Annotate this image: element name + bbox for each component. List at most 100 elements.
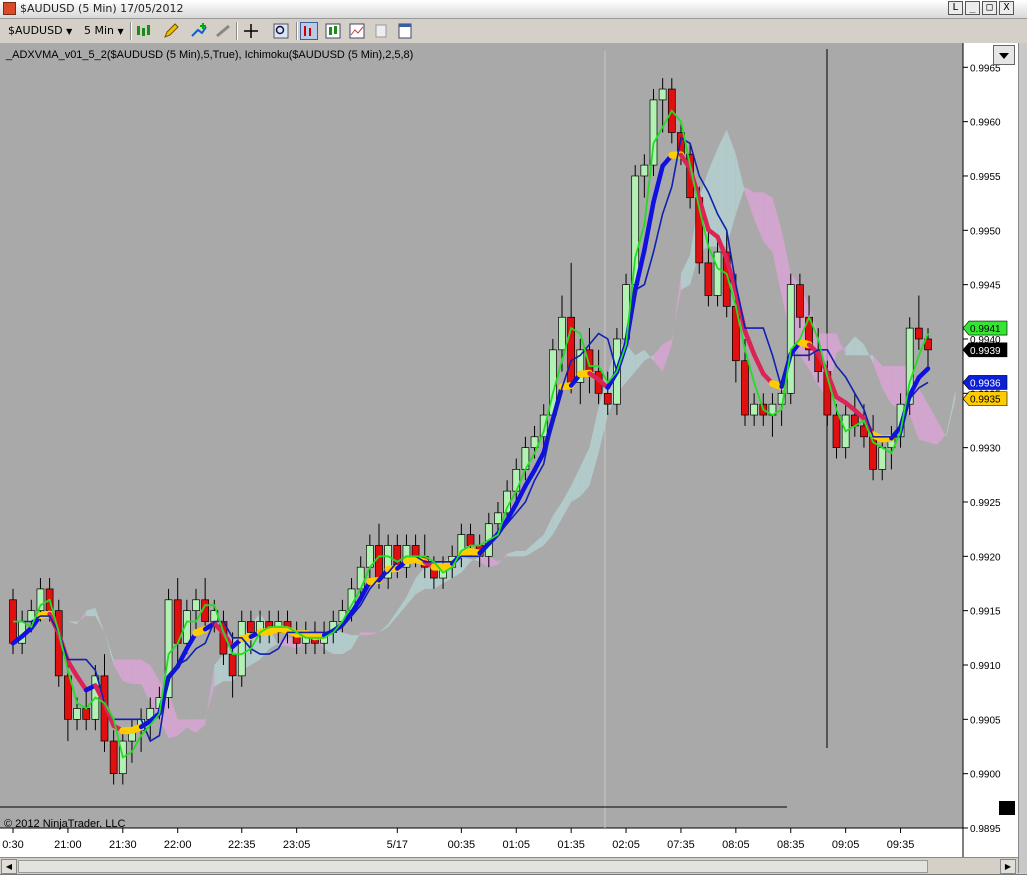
candle-body xyxy=(641,165,648,176)
crosshair-icon[interactable] xyxy=(242,22,260,40)
candle-body xyxy=(586,350,593,372)
price-tick-label: 0.9895 xyxy=(970,824,1001,835)
candle-body xyxy=(751,404,758,415)
time-axis-background xyxy=(0,828,963,857)
zoom-icon[interactable] xyxy=(272,22,290,40)
candle-body xyxy=(568,317,575,382)
maximize-button[interactable]: □ xyxy=(982,1,997,15)
time-tick-label: 22:35 xyxy=(228,839,256,851)
candle-body xyxy=(742,361,749,415)
cloud-segment xyxy=(891,366,900,409)
price-tick-label: 0.9920 xyxy=(970,552,1001,563)
window-title: $AUDUSD (5 Min) 17/05/2012 xyxy=(20,2,184,15)
time-tick-label: 22:00 xyxy=(164,839,192,851)
candle-body xyxy=(110,741,117,774)
time-tick-label: 23:05 xyxy=(283,839,311,851)
drawing-pencil-icon[interactable] xyxy=(162,22,180,40)
panel-menu-button[interactable] xyxy=(993,45,1015,65)
chart-trader-icon[interactable] xyxy=(300,22,318,40)
price-tick-label: 0.9960 xyxy=(970,118,1001,129)
candle-body xyxy=(879,448,886,470)
candlestick-style-icon[interactable] xyxy=(134,22,152,40)
close-button[interactable]: X xyxy=(999,1,1014,15)
horizontal-scrollbar[interactable]: ◀ ▶ xyxy=(0,857,1018,875)
instrument-selector[interactable]: $AUDUSD ▼ xyxy=(8,22,78,40)
right-side-strip xyxy=(1018,43,1027,873)
toolbar-separator xyxy=(296,22,298,40)
instrument-label: $AUDUSD xyxy=(8,24,63,37)
candle-body xyxy=(833,415,840,448)
price-tick-label: 0.9910 xyxy=(970,661,1001,672)
candle-body xyxy=(604,393,611,404)
candle-body xyxy=(494,513,501,524)
interval-selector[interactable]: 5 Min ▼ xyxy=(84,22,128,40)
candle-body xyxy=(357,567,364,589)
candle-body xyxy=(376,545,383,578)
interval-label: 5 Min xyxy=(84,24,114,37)
cloud-segment xyxy=(123,660,132,684)
candle-body xyxy=(559,317,566,350)
candle-body xyxy=(650,100,657,165)
plot-background xyxy=(0,43,963,828)
price-tick-label: 0.9900 xyxy=(970,770,1001,781)
indicator-label: _ADXVMA_v01_5_2($AUDUSD (5 Min),5,True),… xyxy=(5,49,413,61)
chart-properties-icon[interactable] xyxy=(348,22,366,40)
candle-body xyxy=(659,89,666,100)
price-tick-label: 0.9925 xyxy=(970,498,1001,509)
time-tick-label: 09:35 xyxy=(887,839,915,851)
time-tick-label: 0:30 xyxy=(2,839,23,851)
app-icon xyxy=(3,2,16,15)
candle-body xyxy=(229,654,236,676)
time-tick-label: 07:35 xyxy=(667,839,695,851)
candle-body xyxy=(513,469,520,491)
scroll-left-button[interactable]: ◀ xyxy=(1,859,17,874)
cloud-segment xyxy=(516,551,525,556)
time-tick-label: 00:35 xyxy=(448,839,476,851)
price-tag-label: 0.9936 xyxy=(970,378,1001,389)
reload-icon[interactable] xyxy=(372,22,390,40)
cloud-segment xyxy=(333,630,342,654)
price-tick-label: 0.9930 xyxy=(970,444,1001,455)
price-tick-label: 0.9945 xyxy=(970,281,1001,292)
candle-body xyxy=(796,285,803,318)
candle-body xyxy=(238,622,245,676)
candle-body xyxy=(74,708,81,719)
data-box-icon[interactable] xyxy=(324,22,342,40)
price-tag-label: 0.9935 xyxy=(970,395,1001,406)
price-tick-label: 0.9950 xyxy=(970,226,1001,237)
toolbar-separator xyxy=(130,22,132,40)
scroll-right-button[interactable]: ▶ xyxy=(1000,859,1016,874)
price-tick-label: 0.9955 xyxy=(970,172,1001,183)
candle-body xyxy=(915,328,922,339)
time-tick-label: 08:35 xyxy=(777,839,805,851)
candle-body xyxy=(714,252,721,295)
time-tick-label: 21:30 xyxy=(109,839,137,851)
time-tick-label: 08:05 xyxy=(722,839,750,851)
candle-body xyxy=(787,285,794,394)
scroll-thumb[interactable] xyxy=(18,860,928,873)
candle-body xyxy=(705,263,712,296)
chevron-down-icon: ▼ xyxy=(118,27,124,36)
add-indicator-icon[interactable] xyxy=(190,22,208,40)
candle-body xyxy=(247,622,254,633)
time-tick-label: 02:05 xyxy=(612,839,640,851)
price-tag-label: 0.9941 xyxy=(970,324,1001,335)
chevron-down-icon: ▼ xyxy=(66,27,72,36)
cloud-segment xyxy=(361,632,370,635)
link-button[interactable]: L xyxy=(948,1,963,15)
window-titlebar: $AUDUSD (5 Min) 17/05/2012 L _ □ X xyxy=(0,0,1027,19)
candle-body xyxy=(83,708,90,719)
time-tick-label: 01:35 xyxy=(557,839,585,851)
toolbar-separator xyxy=(236,22,238,40)
strategy-icon[interactable] xyxy=(214,22,232,40)
price-chart[interactable]: 0.98950.99000.99050.99100.99150.99200.99… xyxy=(0,43,1018,857)
window-properties-icon[interactable] xyxy=(396,22,414,40)
candle-body xyxy=(632,176,639,285)
chart-corner-marker xyxy=(999,801,1015,815)
minimize-button[interactable]: _ xyxy=(965,1,980,15)
candle-body xyxy=(467,535,474,546)
time-tick-label: 21:00 xyxy=(54,839,82,851)
bottom-strip xyxy=(0,874,1027,890)
chart-toolbar: $AUDUSD ▼ 5 Min ▼ xyxy=(0,19,1027,44)
price-tag-label: 0.9939 xyxy=(970,346,1001,357)
